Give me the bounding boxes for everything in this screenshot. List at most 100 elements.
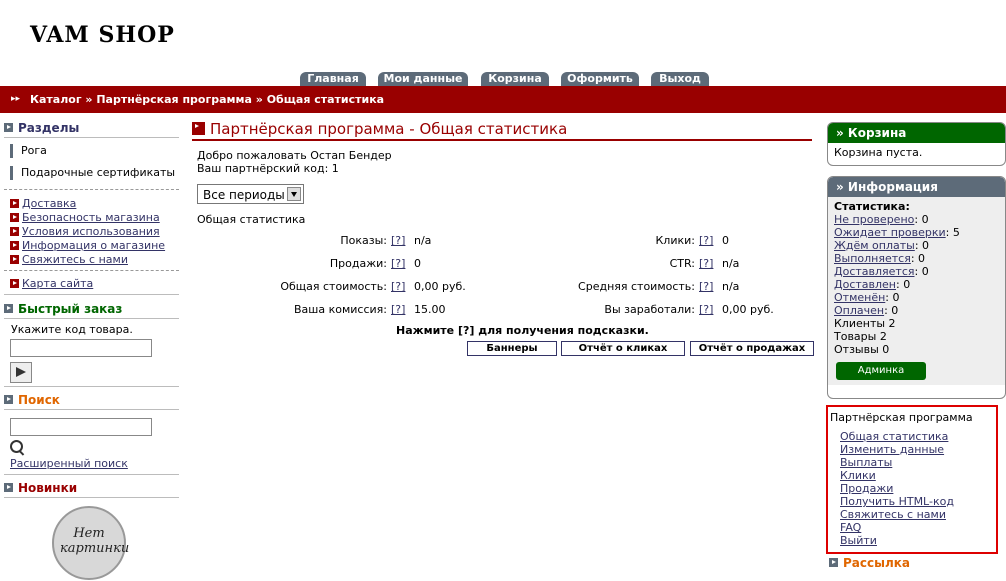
sitemap-link[interactable]: Карта сайта	[10, 277, 93, 290]
tab-home[interactable]: Главная	[300, 72, 366, 86]
red-arrow-icon	[10, 227, 19, 236]
divider	[4, 137, 179, 138]
breadcrumb-bar: ▸▸ Каталог » Партнёрская программа » Общ…	[0, 86, 1006, 113]
affiliate-link-stats[interactable]: Общая статистика	[840, 430, 948, 443]
affiliate-link-html-code[interactable]: Получить HTML-код	[840, 495, 954, 508]
order-status-link[interactable]: Ждём оплаты	[834, 239, 915, 252]
total-cost-label: Общая стоимость:	[280, 280, 387, 293]
order-status-link[interactable]: Доставлен	[834, 278, 896, 291]
cart-box: » Корзина Корзина пуста.	[827, 122, 1006, 166]
no-picture-image[interactable]: Нет картинки	[52, 506, 129, 580]
help-link[interactable]: [?]	[391, 257, 405, 270]
admin-button[interactable]: Админка	[836, 362, 926, 380]
divider	[4, 318, 179, 319]
cart-box-title[interactable]: » Корзина	[828, 123, 1005, 143]
help-link[interactable]: [?]	[391, 280, 405, 293]
order-stat-row: Отменён: 0	[834, 291, 900, 304]
divider	[4, 270, 179, 271]
period-select[interactable]: Все периоды	[197, 184, 304, 204]
help-link[interactable]: [?]	[391, 234, 405, 247]
order-stat-row: Доставляется: 0	[834, 265, 929, 278]
ctr-value: n/a	[722, 257, 740, 270]
sales-label: Продажи:	[329, 257, 387, 270]
tab-cart[interactable]: Корзина	[481, 72, 549, 86]
order-status-link[interactable]: Отменён	[834, 291, 885, 304]
impressions-value: n/a	[414, 234, 432, 247]
arrow-square-icon	[4, 395, 13, 404]
affiliate-link-logout[interactable]: Выйти	[840, 534, 877, 547]
info-link[interactable]: Доставка	[10, 197, 76, 210]
help-link[interactable]: [?]	[699, 280, 713, 293]
order-status-link[interactable]: Оплачен	[834, 304, 884, 317]
cart-empty-text: Корзина пуста.	[834, 146, 923, 159]
shop-logo[interactable]: VAM SHOP	[30, 22, 175, 48]
clicks-value: 0	[722, 234, 729, 247]
clicks-label: Клики:	[655, 234, 696, 247]
category-link[interactable]: Рога	[10, 144, 47, 158]
quick-order-submit-button[interactable]	[10, 362, 32, 383]
clients-count: Клиенты 2	[834, 317, 896, 330]
info-link[interactable]: Безопасность магазина	[10, 211, 160, 224]
commission-label: Ваша комиссия:	[294, 303, 387, 316]
arrow-square-icon	[4, 304, 13, 313]
quick-order-heading: Быстрый заказ	[4, 302, 122, 316]
mailing-heading: Рассылка	[829, 556, 910, 570]
banners-button[interactable]: Баннеры	[467, 341, 557, 356]
info-box-title[interactable]: » Информация	[828, 177, 1005, 197]
affiliate-menu-title: Партнёрская программа	[830, 411, 973, 424]
help-link[interactable]: [?]	[699, 234, 713, 247]
order-status-link[interactable]: Ожидает проверки	[834, 226, 946, 239]
red-arrow-icon	[10, 199, 19, 208]
product-code-input[interactable]	[10, 339, 152, 357]
info-link[interactable]: Информация о магазине	[10, 239, 165, 252]
ctr-label: CTR:	[669, 257, 695, 270]
reviews-count: Отзывы 0	[834, 343, 890, 356]
order-status-link[interactable]: Выполняется	[834, 252, 911, 265]
info-link[interactable]: Условия использования	[10, 225, 160, 238]
news-heading: Новинки	[4, 481, 77, 495]
help-link[interactable]: [?]	[699, 303, 713, 316]
stats-title: Общая статистика	[197, 213, 306, 226]
impressions-label: Показы:	[340, 234, 387, 247]
sales-report-button[interactable]: Отчёт о продажах	[690, 341, 814, 356]
affiliate-link-faq[interactable]: FAQ	[840, 521, 861, 534]
order-status-link[interactable]: Доставляется	[834, 265, 915, 278]
stats-label: Статистика:	[834, 200, 910, 213]
affiliate-link-clicks[interactable]: Клики	[840, 469, 876, 482]
chevron-down-icon	[287, 187, 301, 201]
tab-checkout[interactable]: Оформить	[561, 72, 639, 86]
red-arrow-icon	[10, 279, 19, 288]
arrow-square-icon	[4, 123, 13, 132]
double-arrow-icon: ▸▸	[11, 94, 21, 104]
affiliate-link-contact[interactable]: Свяжитесь с нами	[840, 508, 946, 521]
divider	[4, 386, 179, 387]
info-link[interactable]: Свяжитесь с нами	[10, 253, 128, 266]
divider	[4, 497, 179, 498]
clicks-report-button[interactable]: Отчёт о кликах	[561, 341, 685, 356]
help-link[interactable]: [?]	[699, 257, 713, 270]
advanced-search-link[interactable]: Расширенный поиск	[10, 457, 128, 470]
divider	[4, 294, 179, 295]
page-title: Партнёрская программа - Общая статистика	[192, 120, 567, 138]
info-box: » Информация Статистика: Не проверено: 0…	[827, 176, 1006, 399]
affiliate-link-payouts[interactable]: Выплаты	[840, 456, 892, 469]
affiliate-link-sales[interactable]: Продажи	[840, 482, 893, 495]
help-link[interactable]: [?]	[391, 303, 405, 316]
order-stat-row: Доставлен: 0	[834, 278, 911, 291]
order-status-link[interactable]: Не проверено	[834, 213, 914, 226]
red-arrow-icon	[10, 213, 19, 222]
play-arrow-icon	[16, 367, 26, 377]
title-underline	[192, 139, 812, 141]
earned-label: Вы заработали:	[604, 303, 695, 316]
red-arrow-icon	[10, 255, 19, 264]
affiliate-menu-box: Партнёрская программа Общая статистика И…	[826, 405, 998, 554]
tab-my-data[interactable]: Мои данные	[378, 72, 468, 86]
category-link[interactable]: Подарочные сертификаты	[10, 166, 175, 180]
breadcrumb[interactable]: Каталог » Партнёрская программа » Общая …	[30, 93, 384, 106]
affiliate-link-edit[interactable]: Изменить данные	[840, 443, 944, 456]
quick-order-label: Укажите код товара.	[11, 323, 133, 336]
tab-logout[interactable]: Выход	[651, 72, 709, 86]
search-input[interactable]	[10, 418, 152, 436]
sections-heading: Разделы	[4, 121, 79, 135]
red-arrow-icon	[192, 122, 205, 135]
